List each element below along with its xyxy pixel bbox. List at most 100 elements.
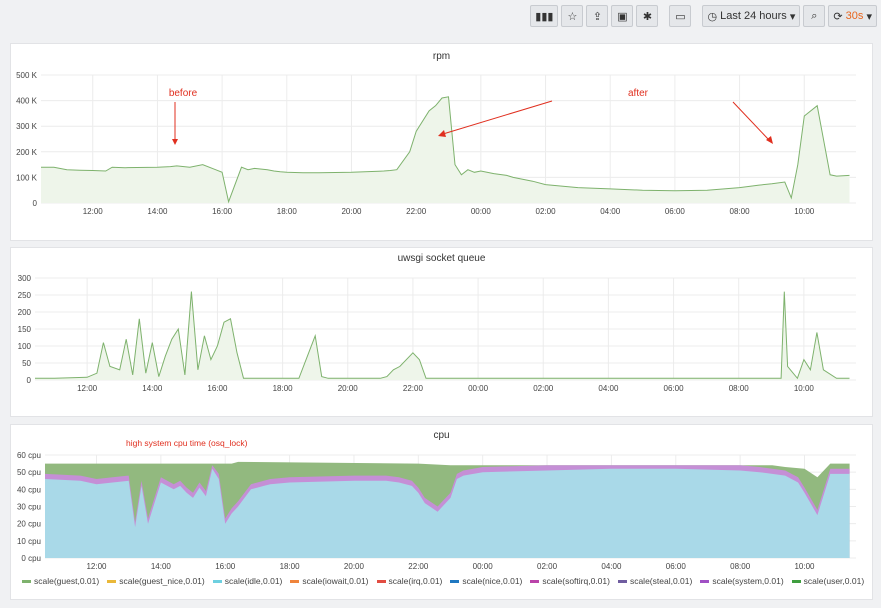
legend-item[interactable]: scale(nice,0.01) (450, 576, 522, 586)
legend-swatch (700, 579, 710, 583)
save-button[interactable]: ▣ (611, 5, 634, 27)
y-tick-label: 200 (18, 308, 32, 317)
caret-down-icon: ▾ (789, 10, 796, 23)
caret-down-icon: ▾ (866, 10, 872, 23)
star-icon: ☆ (567, 10, 578, 23)
refresh-button[interactable]: ⟳ 30s ▾ (828, 5, 877, 27)
add-panel-button[interactable]: ▮▮▮ (530, 5, 559, 27)
settings-button[interactable]: ✱ (636, 5, 659, 27)
legend-item[interactable]: scale(system,0.01) (700, 576, 784, 586)
x-tick-label: 00:00 (468, 384, 489, 393)
x-tick-label: 20:00 (341, 207, 362, 216)
legend-label: scale(guest_nice,0.01) (119, 576, 205, 586)
x-tick-label: 14:00 (151, 562, 172, 571)
rpm-area (41, 96, 850, 203)
x-tick-label: 12:00 (77, 384, 98, 393)
legend-label: scale(user,0.01) (803, 576, 865, 586)
rpm-chart: 0 100 K 200 K 300 K 400 K 500 K 12:00 14:00 16:0… (16, 71, 856, 216)
zoom-out-button[interactable]: ⌕ (803, 5, 826, 27)
legend-swatch (107, 579, 117, 583)
legend-item[interactable]: scale(softirq,0.01) (530, 576, 610, 586)
cpu-legend: scale(guest,0.01) scale(guest_nice,0.01) s… (22, 576, 864, 586)
y-tick-label: 100 (18, 342, 32, 351)
x-tick-label: 20:00 (338, 384, 359, 393)
legend-label: scale(steal,0.01) (629, 576, 693, 586)
legend-item[interactable]: scale(iowait,0.01) (290, 576, 369, 586)
x-tick-label: 14:00 (142, 384, 163, 393)
x-tick-label: 10:00 (794, 562, 815, 571)
x-tick-label: 10:00 (794, 207, 815, 216)
legend-swatch (22, 579, 31, 583)
legend-swatch (290, 579, 300, 583)
legend-swatch (530, 579, 540, 583)
x-tick-label: 06:00 (664, 384, 685, 393)
x-tick-label: 02:00 (536, 207, 557, 216)
x-tick-label: 08:00 (729, 384, 750, 393)
tv-icon: ▭ (675, 10, 686, 23)
legend-item[interactable]: scale(steal,0.01) (617, 576, 693, 586)
arrow-after-left (442, 100, 553, 135)
clock-icon: ◷ (707, 10, 718, 23)
save-icon: ▣ (617, 10, 628, 23)
x-tick-label: 08:00 (730, 562, 751, 571)
x-tick-label: 22:00 (408, 562, 429, 571)
y-tick-label: 300 (18, 274, 32, 283)
y-tick-label: 0 (33, 199, 38, 208)
cpu-title: cpu (433, 430, 450, 441)
cpu-chart: 0 cpu 10 cpu 20 cpu 30 cpu 40 cpu 50 cpu 60 cp… (17, 438, 856, 571)
socket-queue-line (35, 291, 850, 380)
x-tick-label: 00:00 (473, 562, 494, 571)
y-tick-label: 20 cpu (17, 520, 41, 529)
x-tick-label: 02:00 (537, 562, 558, 571)
tv-mode-button[interactable]: ▭ (669, 5, 692, 27)
y-tick-label: 250 (18, 291, 32, 300)
y-tick-label: 400 K (16, 97, 38, 106)
y-tick-label: 500 K (16, 71, 38, 80)
zoom-out-icon: ⌕ (811, 9, 818, 22)
y-tick-label: 0 cpu (21, 554, 41, 563)
arrow-after-right (732, 101, 770, 141)
y-tick-label: 100 K (16, 173, 38, 182)
legend-label: scale(system,0.01) (712, 576, 784, 586)
x-tick-label: 14:00 (147, 207, 168, 216)
x-tick-label: 04:00 (600, 207, 621, 216)
annotation-after: after (628, 88, 649, 99)
y-tick-label: 50 (22, 359, 31, 368)
x-tick-label: 06:00 (665, 207, 686, 216)
y-tick-label: 150 (18, 325, 32, 334)
x-tick-label: 04:00 (601, 562, 622, 571)
x-tick-label: 16:00 (212, 207, 233, 216)
legend-label: scale(softirq,0.01) (542, 576, 610, 586)
legend-item[interactable]: scale(irq,0.01) (376, 576, 442, 586)
x-tick-label: 20:00 (344, 562, 365, 571)
x-tick-label: 16:00 (207, 384, 228, 393)
legend-item[interactable]: scale(user,0.01) (791, 576, 865, 586)
y-tick-label: 30 cpu (17, 503, 41, 512)
legend-label: scale(iowait,0.01) (302, 576, 369, 586)
legend-swatch (212, 579, 222, 583)
annotation-before: before (169, 88, 198, 99)
star-button[interactable]: ☆ (561, 5, 584, 27)
x-tick-label: 06:00 (666, 562, 687, 571)
x-tick-label: 10:00 (794, 384, 815, 393)
share-button[interactable]: ⇪ (586, 5, 609, 27)
arrowhead-before (172, 139, 178, 145)
add-panel-icon: ▮▮▮ (535, 10, 554, 23)
x-tick-label: 00:00 (471, 207, 492, 216)
legend-swatch (617, 579, 627, 583)
time-range-picker[interactable]: ◷ Last 24 hours ▾ (702, 5, 801, 27)
legend-label: scale(idle,0.01) (224, 576, 283, 586)
y-tick-label: 300 K (16, 122, 38, 131)
refresh-interval: 30s (845, 10, 864, 22)
x-tick-label: 18:00 (280, 562, 301, 571)
legend-item[interactable]: scale(idle,0.01) (212, 576, 283, 586)
legend-item[interactable]: scale(guest_nice,0.01) (107, 576, 205, 586)
legend-item[interactable]: scale(guest,0.01) (22, 576, 99, 586)
dashboard-toolbar: ▮▮▮ ☆ ⇪ ▣ ✱ ▭ ◷ Last 24 hours ▾ ⌕ ⟳ 30s … (530, 5, 877, 29)
x-tick-label: 18:00 (277, 207, 298, 216)
rpm-title: rpm (432, 51, 451, 62)
y-tick-label: 60 cpu (17, 451, 41, 460)
legend-swatch (376, 579, 386, 583)
y-tick-label: 50 cpu (17, 468, 41, 477)
socket-queue-title: uwsgi socket queue (397, 253, 486, 264)
